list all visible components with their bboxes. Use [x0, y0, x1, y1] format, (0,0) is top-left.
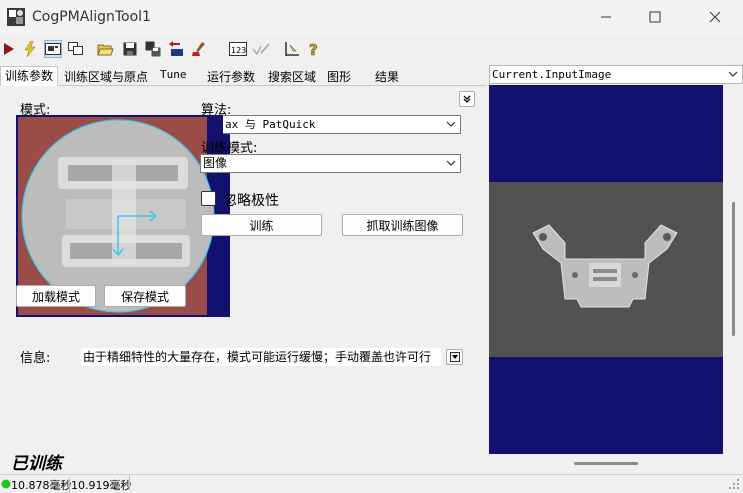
train-params-panel: 模式: 加载模式 保存模式 算法: ax 与 PatQuick 训练模式: 图像…: [0, 86, 486, 474]
status-bar: 10.878毫秒 10.919毫秒: [0, 474, 743, 493]
reset-button[interactable]: [190, 40, 208, 58]
import-icon: [169, 41, 183, 56]
algorithm-select[interactable]: ax 与 PatQuick: [223, 115, 461, 134]
display-toggle-button[interactable]: [44, 40, 62, 58]
edit-disabled-icon: [252, 43, 270, 56]
chevron-down-icon: [446, 121, 456, 127]
chevron-double-down-icon: [463, 95, 471, 103]
vertical-scrollbar[interactable]: [732, 202, 735, 336]
open-folder-icon: [96, 44, 114, 56]
tab-graphics[interactable]: 图形: [327, 68, 351, 86]
tab-strip: 训练参数 训练区域与原点 Tune 运行参数 搜索区域 图形 结果: [0, 66, 486, 87]
image-selector-value: Current.InputImage: [492, 68, 612, 81]
display-icon: [45, 43, 61, 55]
ignore-polarity-label: 忽略极性: [223, 193, 279, 209]
grab-train-image-button[interactable]: 抓取训练图像: [342, 214, 463, 236]
tab-tune[interactable]: Tune: [160, 68, 187, 86]
run-button[interactable]: [0, 40, 18, 58]
input-image-display[interactable]: [489, 85, 723, 454]
save-icon: [123, 42, 137, 56]
tab-train-region-origin[interactable]: 训练区域与原点: [64, 68, 148, 86]
close-icon: [709, 11, 721, 23]
collapse-button[interactable]: [459, 91, 475, 107]
close-button[interactable]: [692, 0, 738, 34]
status-indicator-icon: [1, 479, 11, 489]
help-button[interactable]: ?: [305, 40, 323, 58]
import-button[interactable]: [167, 40, 185, 58]
window-title: CogPMAlignTool1: [32, 9, 151, 25]
horizontal-scrollbar[interactable]: [574, 462, 638, 465]
tab-train-params[interactable]: 训练参数: [0, 66, 59, 87]
window-icon: [68, 42, 83, 55]
algorithm-value: ax 与 PatQuick: [225, 118, 316, 131]
help-icon: ?: [309, 41, 318, 57]
image-selector[interactable]: Current.InputImage: [489, 65, 743, 84]
electric-run-button[interactable]: [21, 40, 39, 58]
load-pattern-button[interactable]: 加载模式: [16, 285, 96, 307]
minimize-button[interactable]: [583, 0, 629, 34]
run-icon: [4, 43, 14, 55]
maximize-button[interactable]: [632, 0, 678, 34]
save-as-button[interactable]: [144, 40, 162, 58]
toolbar: 123 ?: [0, 36, 743, 62]
train-mode-select[interactable]: 图像: [200, 154, 461, 173]
train-mode-value: 图像: [203, 156, 228, 170]
reset-icon: [192, 42, 205, 56]
chevron-down-icon: [728, 71, 738, 77]
status-divider: [129, 475, 130, 491]
resize-grip-icon[interactable]: [728, 478, 740, 490]
tab-search-region[interactable]: 搜索区域: [268, 68, 316, 86]
save-as-icon: [145, 41, 161, 57]
ignore-polarity-checkbox[interactable]: [201, 191, 216, 206]
info-expand-button[interactable]: [446, 349, 463, 365]
title-bar: CogPMAlignTool1: [0, 0, 743, 36]
electric-run-icon: [24, 41, 36, 57]
app-icon: [7, 8, 25, 26]
train-button[interactable]: 训练: [201, 214, 322, 236]
trained-status: 已训练: [11, 454, 62, 474]
tool-edit-icon: [285, 42, 299, 56]
info-label: 信息:: [20, 351, 51, 366]
svg-text:?: ?: [309, 41, 318, 57]
minimize-icon: [601, 16, 611, 18]
maximize-icon: [649, 11, 661, 23]
svg-text:123: 123: [231, 46, 246, 55]
save-button[interactable]: [121, 40, 139, 58]
tab-results[interactable]: 结果: [375, 68, 399, 86]
image-display-pane: Current.InputImage: [486, 64, 743, 474]
expand-icon: [449, 352, 460, 362]
info-text: 由于精细特性的大量存在，模式可能运行缓慢；手动覆盖也许可行: [81, 348, 441, 366]
numeric-123-icon: 123: [229, 42, 247, 56]
tool-edit-button[interactable]: [283, 40, 301, 58]
save-pattern-button[interactable]: 保存模式: [104, 285, 186, 307]
chevron-down-icon: [446, 160, 456, 166]
tab-run-params[interactable]: 运行参数: [207, 68, 255, 86]
edit-disabled-button[interactable]: [252, 40, 270, 58]
open-button[interactable]: [96, 40, 114, 58]
window-button[interactable]: [67, 40, 85, 58]
numeric-button[interactable]: 123: [229, 40, 247, 58]
